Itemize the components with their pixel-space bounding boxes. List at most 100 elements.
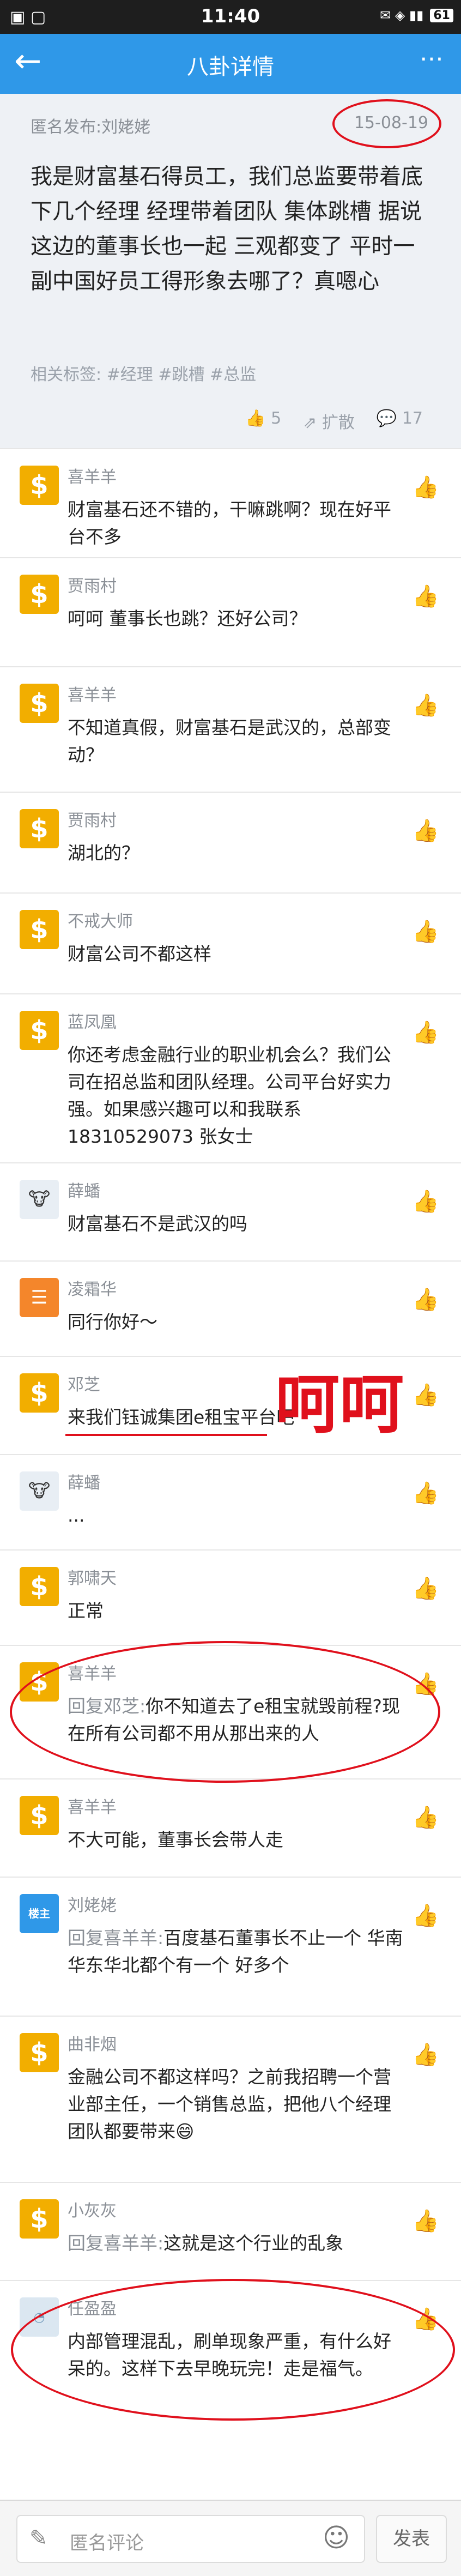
thumb-up-icon[interactable]: 👍 xyxy=(412,474,439,500)
thumb-up-icon[interactable]: 👍 xyxy=(412,1382,439,1408)
comment-item: $ 蓝凤凰 你还考虑金融行业的职业机会么？我们公司在招总监和团队经理。公司平台好… xyxy=(0,993,461,1162)
comment-stat[interactable]: 💬 17 xyxy=(377,409,423,433)
commenter-name: 蓝凤凰 xyxy=(68,1013,117,1032)
commenter-name: 不戒大师 xyxy=(68,912,133,931)
avatar[interactable]: 🐮 xyxy=(20,1471,59,1511)
commenter-name: 贾雨村 xyxy=(68,811,117,830)
commenter-name: 刘姥姥 xyxy=(68,1896,117,1915)
commenter-name: 薛蟠 xyxy=(68,1474,100,1493)
comment-item: 🐮 薛蟠 财富基石不是武汉的吗 👍 xyxy=(0,1162,461,1260)
emoji-icon[interactable]: ☺ xyxy=(323,2523,350,2553)
comment-text: 呵呵 董事长也跳？还好公司？ xyxy=(68,608,307,629)
status-bar: ▣ ▢ 11:40 ✉ ◈ ▮▮ 61 xyxy=(0,0,461,34)
comment-composer: ✎ 匿名评论 ☺ 发表 xyxy=(0,2500,461,2576)
reply-prefix: 回复喜羊羊: xyxy=(68,2233,164,2254)
commenter-name: 喜羊羊 xyxy=(68,686,117,705)
signal-icon: ✉ ◈ ▮▮ xyxy=(380,8,424,23)
commenter-name: 喜羊羊 xyxy=(68,468,117,487)
comment-item: $ 郭啸天 正常 👍 xyxy=(0,1549,461,1645)
comment-item: ☰ 凌霜华 同行你好～ 👍 xyxy=(0,1260,461,1356)
post-tags[interactable]: 相关标签: #经理 #跳槽 #总监 xyxy=(31,361,256,385)
post-date: 15-08-19 xyxy=(354,113,428,132)
commenter-name: 凌霜华 xyxy=(68,1280,117,1299)
comment-item: $ 贾雨村 呵呵 董事长也跳？还好公司？ 👍 xyxy=(0,557,461,666)
system-icons: ✉ ◈ ▮▮ 61 xyxy=(380,8,453,23)
comment-text: 财富基石还不错的，干嘛跳啊？现在好平台不多 xyxy=(68,499,391,547)
comment-text: 湖北的？ xyxy=(68,842,139,864)
commenter-name: 郭啸天 xyxy=(68,1569,117,1588)
comment-text: 财富基石不是武汉的吗 xyxy=(68,1213,247,1234)
like-stat[interactable]: 👍 5 xyxy=(245,409,281,433)
thumb-up-icon[interactable]: 👍 xyxy=(412,2042,439,2067)
thumb-up-icon[interactable]: 👍 xyxy=(412,1805,439,1830)
top-nav-bar: ← 八卦详情 ⋯ xyxy=(0,34,461,94)
thumb-up-icon[interactable]: 👍 xyxy=(412,1480,439,1506)
comment-icon: 💬 xyxy=(376,409,397,428)
red-circle-annotation xyxy=(10,1641,440,1783)
avatar[interactable]: 楼主 xyxy=(20,1894,59,1933)
commenter-name: 薛蟠 xyxy=(68,1182,100,1201)
commenter-name: 曲非烟 xyxy=(68,2035,117,2054)
avatar[interactable]: $ xyxy=(20,809,59,848)
thumb-up-icon[interactable]: 👍 xyxy=(412,1189,439,1214)
thumb-up-icon[interactable]: 👍 xyxy=(412,1576,439,1601)
comment-text: 正常 xyxy=(68,1600,104,1621)
comment-text: 财富公司不都这样 xyxy=(68,943,211,964)
comment-text: 回复喜羊羊:百度基石董事长不止一个 华南华东华北都个有一个 好多个 xyxy=(68,1925,405,1979)
post-body: 我是财富基石得员工，我们总监要带着底下几个经理 经理带着团队 集体跳槽 据说这边… xyxy=(31,164,423,294)
comment-item: $ 曲非烟 金融公司不都这样吗？之前我招聘一个营业部主任，一个销售总监，把他八个… xyxy=(0,2016,461,2182)
avatar[interactable]: $ xyxy=(20,466,59,505)
comment-text: 不知道真假，财富基石是武汉的，总部变动？ xyxy=(68,717,391,765)
comment-item: $ 不戒大师 财富公司不都这样 👍 xyxy=(0,892,461,993)
commenter-name: 邓芝 xyxy=(68,1376,100,1395)
avatar[interactable]: $ xyxy=(20,1796,59,1835)
comment-text: 金融公司不都这样吗？之前我招聘一个营业部主任，一个销售总监，把他八个经理团队都要… xyxy=(68,2066,391,2142)
avatar[interactable]: $ xyxy=(20,910,59,949)
share-label: 扩散 xyxy=(322,413,355,432)
comment-item: $ 喜羊羊 不知道真假，财富基石是武汉的，总部变动？ 👍 xyxy=(0,666,461,792)
comment-item: $ 喜羊羊 不大可能，董事长会带人走 👍 xyxy=(0,1778,461,1877)
share-icon: ⇗ xyxy=(303,413,317,432)
comment-text: ... xyxy=(68,1505,85,1526)
battery-icon: 61 xyxy=(430,8,453,22)
thumb-up-icon[interactable]: 👍 xyxy=(412,919,439,944)
thumb-up-icon[interactable]: 👍 xyxy=(412,583,439,609)
thumb-up-icon[interactable]: 👍 xyxy=(412,692,439,718)
comment-input[interactable]: ✎ 匿名评论 ☺ xyxy=(16,2515,365,2563)
comment-text: 不大可能，董事长会带人走 xyxy=(68,1829,283,1850)
red-text-annotation: 呵呵 xyxy=(275,1366,404,1442)
avatar[interactable]: $ xyxy=(20,2199,59,2239)
comment-item: $ 小灰灰 回复喜羊羊:这就是这个行业的乱象 👍 xyxy=(0,2182,461,2280)
red-underline-annotation xyxy=(65,1434,267,1436)
page-title: 八卦详情 xyxy=(187,55,274,80)
thumb-up-icon[interactable]: 👍 xyxy=(412,2208,439,2234)
post-stats: 👍 5 ⇗ 扩散 💬 17 xyxy=(245,409,423,433)
commenter-name: 贾雨村 xyxy=(68,577,117,596)
comment-text: 你还考虑金融行业的职业机会么？我们公司在招总监和团队经理。公司平台好实力强。如果… xyxy=(68,1044,391,1147)
comment-item: $ 贾雨村 湖北的？ 👍 xyxy=(0,792,461,892)
avatar[interactable]: $ xyxy=(20,1567,59,1606)
avatar[interactable]: $ xyxy=(20,684,59,723)
share-stat[interactable]: ⇗ 扩散 xyxy=(303,409,355,433)
avatar[interactable]: $ xyxy=(20,2033,59,2072)
comment-text: 回复喜羊羊:这就是这个行业的乱象 xyxy=(68,2230,405,2257)
avatar[interactable]: 🐮 xyxy=(20,1180,59,1219)
gossip-post: 匿名发布:刘姥姥 15-08-19 我是财富基石得员工，我们总监要带着底下几个经… xyxy=(0,94,461,448)
comment-item: $ 喜羊羊 财富基石还不错的，干嘛跳啊？现在好平台不多 👍 xyxy=(0,448,461,557)
comment-item: 🐮 薛蟠 ... 👍 xyxy=(0,1454,461,1549)
avatar[interactable]: ☰ xyxy=(20,1278,59,1317)
avatar[interactable]: $ xyxy=(20,1011,59,1050)
send-button[interactable]: 发表 xyxy=(376,2515,447,2563)
like-count: 5 xyxy=(271,409,282,428)
comment-item: 楼主 刘姥姥 回复喜羊羊:百度基石董事长不止一个 华南华东华北都个有一个 好多个… xyxy=(0,1877,461,2016)
pencil-icon: ✎ xyxy=(29,2526,48,2551)
avatar[interactable]: $ xyxy=(20,575,59,614)
avatar[interactable]: $ xyxy=(20,1373,59,1413)
red-circle-annotation xyxy=(11,2279,455,2421)
thumb-up-icon[interactable]: 👍 xyxy=(412,1019,439,1045)
thumb-up-icon[interactable]: 👍 xyxy=(412,818,439,843)
commenter-name: 小灰灰 xyxy=(68,2201,117,2221)
more-options-icon[interactable]: ⋯ xyxy=(420,45,445,73)
thumb-up-icon[interactable]: 👍 xyxy=(412,1287,439,1312)
thumb-up-icon[interactable]: 👍 xyxy=(412,1903,439,1928)
